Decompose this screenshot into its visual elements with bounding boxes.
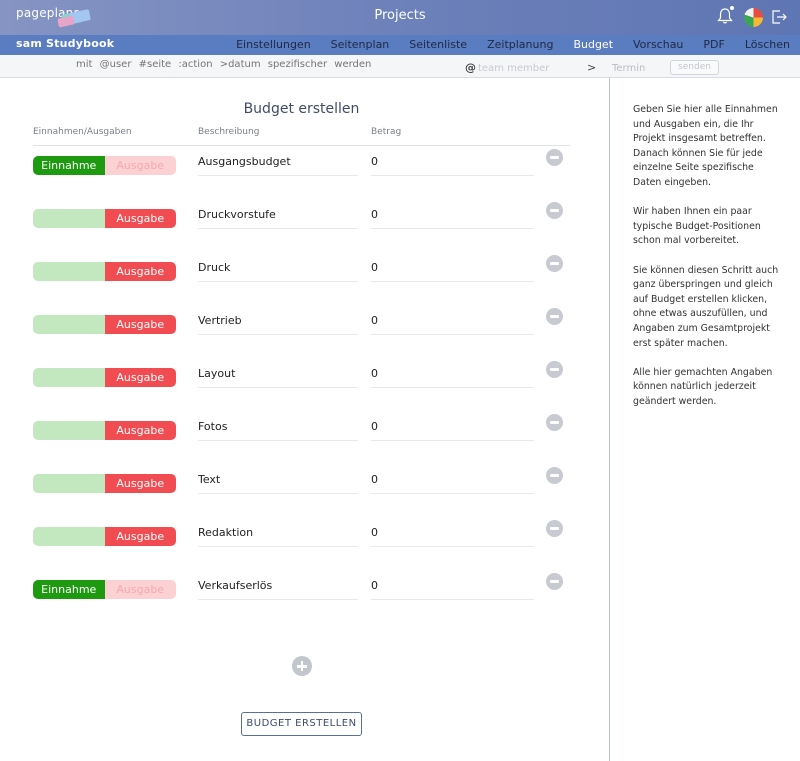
remove-row-icon[interactable] [546,308,563,325]
ausgabe-toggle-button[interactable]: Ausgabe [104,368,176,387]
send-button[interactable]: senden [670,60,719,75]
type-toggle: Einnahme Ausgabe [33,474,176,493]
tab-loeschen[interactable]: Löschen [735,35,800,55]
description-field[interactable]: Redaktion [198,526,358,547]
command-bar: @ > Termin senden [0,55,800,78]
einnahme-toggle-button[interactable]: Einnahme [33,421,105,440]
einnahme-toggle-button[interactable]: Einnahme [33,156,105,175]
top-header: pageplanr Projects [0,0,800,35]
help-sidebar: Geben Sie hier alle Einnahmen und Ausgab… [633,103,783,424]
ausgabe-toggle-button[interactable]: Ausgabe [104,315,176,334]
remove-row-icon[interactable] [546,520,563,537]
notification-dot [730,6,734,10]
budget-row: Einnahme Ausgabe Verkaufserlös 0 [0,566,609,606]
type-toggle: Einnahme Ausgabe [33,368,176,387]
ausgabe-toggle-button[interactable]: Ausgabe [104,421,176,440]
tab-vorschau[interactable]: Vorschau [623,35,693,55]
ausgabe-toggle-button[interactable]: Ausgabe [104,209,176,228]
einnahme-toggle-button[interactable]: Einnahme [33,527,105,546]
project-tabs: Einstellungen Seitenplan Seitenliste Zei… [226,35,800,55]
einnahme-toggle-button[interactable]: Einnahme [33,580,105,599]
type-toggle: Einnahme Ausgabe [33,421,176,440]
remove-row-icon[interactable] [546,414,563,431]
tab-zeitplanung[interactable]: Zeitplanung [477,35,563,55]
page-title: Budget erstellen [243,101,360,117]
ausgabe-toggle-button[interactable]: Ausgabe [104,474,176,493]
tab-pdf[interactable]: PDF [693,35,734,55]
remove-row-icon[interactable] [546,467,563,484]
help-paragraph: Alle hier gemachten Angaben können natür… [633,366,773,407]
type-toggle: Einnahme Ausgabe [33,262,176,281]
column-header-description: Beschreibung [198,127,260,137]
description-field[interactable]: Druckvorstufe [198,208,358,229]
type-toggle: Einnahme Ausgabe [33,209,176,228]
project-nav-bar: sam Studybook Einstellungen Seitenplan S… [0,35,800,55]
ausgabe-toggle-button[interactable]: Ausgabe [104,262,176,281]
team-member-input[interactable] [478,62,578,75]
logout-icon[interactable] [771,9,788,25]
amount-field[interactable]: 0 [371,155,534,176]
budget-row: Einnahme Ausgabe Redaktion 0 [0,513,609,553]
description-field[interactable]: Druck [198,261,358,282]
create-budget-button[interactable]: BUDGET ERSTELLEN [241,712,362,736]
type-toggle: Einnahme Ausgabe [33,527,176,546]
einnahme-toggle-button[interactable]: Einnahme [33,262,105,281]
einnahme-toggle-button[interactable]: Einnahme [33,209,105,228]
avatar[interactable] [744,8,763,27]
amount-field[interactable]: 0 [371,579,534,600]
budget-row: Einnahme Ausgabe Fotos 0 [0,407,609,447]
tab-seitenliste[interactable]: Seitenliste [399,35,477,55]
remove-row-icon[interactable] [546,202,563,219]
remove-row-icon[interactable] [546,255,563,272]
description-field[interactable]: Vertrieb [198,314,358,335]
budget-row: Einnahme Ausgabe Ausgangsbudget 0 [0,142,609,182]
date-arrow-icon: > [587,61,597,74]
help-paragraph: Geben Sie hier alle Einnahmen und Ausgab… [633,104,778,188]
termin-field[interactable]: Termin [612,63,645,74]
amount-field[interactable]: 0 [371,367,534,388]
type-toggle: Einnahme Ausgabe [33,580,176,599]
budget-main: Budget erstellen Einnahmen/Ausgaben Besc… [0,78,609,761]
description-field[interactable]: Layout [198,367,358,388]
add-row-button[interactable] [292,656,312,676]
help-paragraph: Wir haben Ihnen ein paar typische Budget… [633,206,761,247]
budget-row: Einnahme Ausgabe Layout 0 [0,354,609,394]
budget-row: Einnahme Ausgabe Druck 0 [0,248,609,288]
amount-field[interactable]: 0 [371,261,534,282]
column-header-amount: Betrag [371,127,402,137]
sidebar-divider [609,78,610,761]
einnahme-toggle-button[interactable]: Einnahme [33,474,105,493]
command-input[interactable] [76,59,376,70]
budget-row: Einnahme Ausgabe Vertrieb 0 [0,301,609,341]
einnahme-toggle-button[interactable]: Einnahme [33,315,105,334]
ausgabe-toggle-button[interactable]: Ausgabe [104,156,176,175]
ausgabe-toggle-button[interactable]: Ausgabe [104,580,176,599]
amount-field[interactable]: 0 [371,420,534,441]
amount-field[interactable]: 0 [371,314,534,335]
amount-field[interactable]: 0 [371,526,534,547]
amount-field[interactable]: 0 [371,208,534,229]
help-paragraph: Sie können diesen Schritt auch ganz über… [633,264,779,349]
app-title: Projects [374,8,426,23]
at-icon: @ [465,61,476,74]
budget-row: Einnahme Ausgabe Druckvorstufe 0 [0,195,609,235]
amount-field[interactable]: 0 [371,473,534,494]
tab-seitenplan[interactable]: Seitenplan [321,35,400,55]
ausgabe-toggle-button[interactable]: Ausgabe [104,527,176,546]
description-field[interactable]: Text [198,473,358,494]
tab-einstellungen[interactable]: Einstellungen [226,35,321,55]
einnahme-toggle-button[interactable]: Einnahme [33,368,105,387]
type-toggle: Einnahme Ausgabe [33,156,176,175]
remove-row-icon[interactable] [546,149,563,166]
project-name[interactable]: sam Studybook [16,37,114,50]
tab-budget[interactable]: Budget [563,35,623,55]
remove-row-icon[interactable] [546,361,563,378]
type-toggle: Einnahme Ausgabe [33,315,176,334]
description-field[interactable]: Ausgangsbudget [198,155,358,176]
column-header-type: Einnahmen/Ausgaben [33,127,132,137]
remove-row-icon[interactable] [546,573,563,590]
description-field[interactable]: Verkaufserlös [198,579,358,600]
description-field[interactable]: Fotos [198,420,358,441]
budget-row: Einnahme Ausgabe Text 0 [0,460,609,500]
